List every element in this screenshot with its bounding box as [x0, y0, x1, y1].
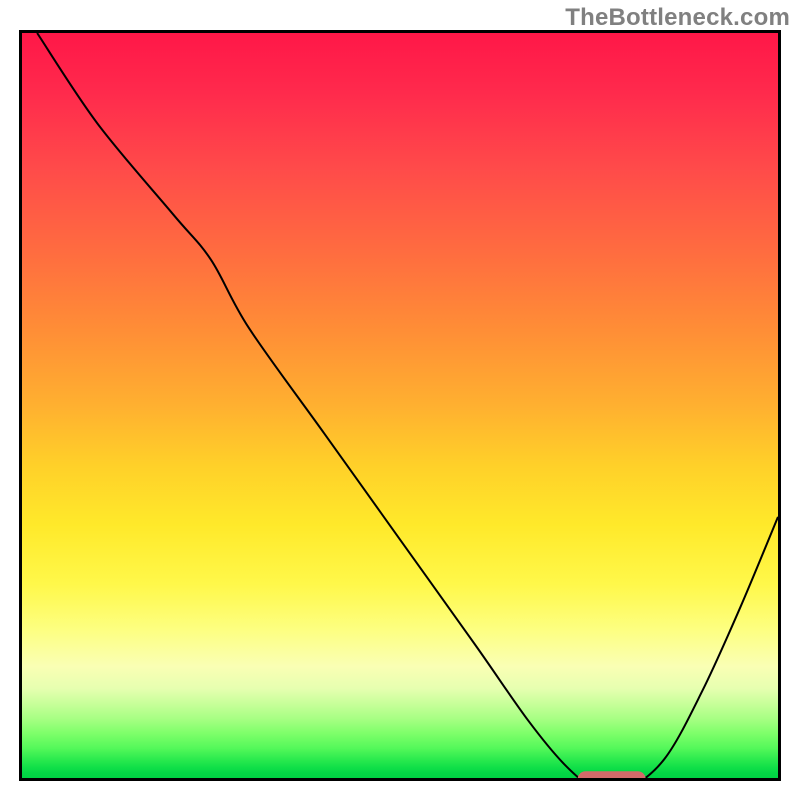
heat-gradient-background [22, 33, 778, 778]
plot-area [19, 30, 781, 781]
watermark-text: TheBottleneck.com [565, 4, 790, 32]
chart-stage: TheBottleneck.com [0, 0, 800, 800]
